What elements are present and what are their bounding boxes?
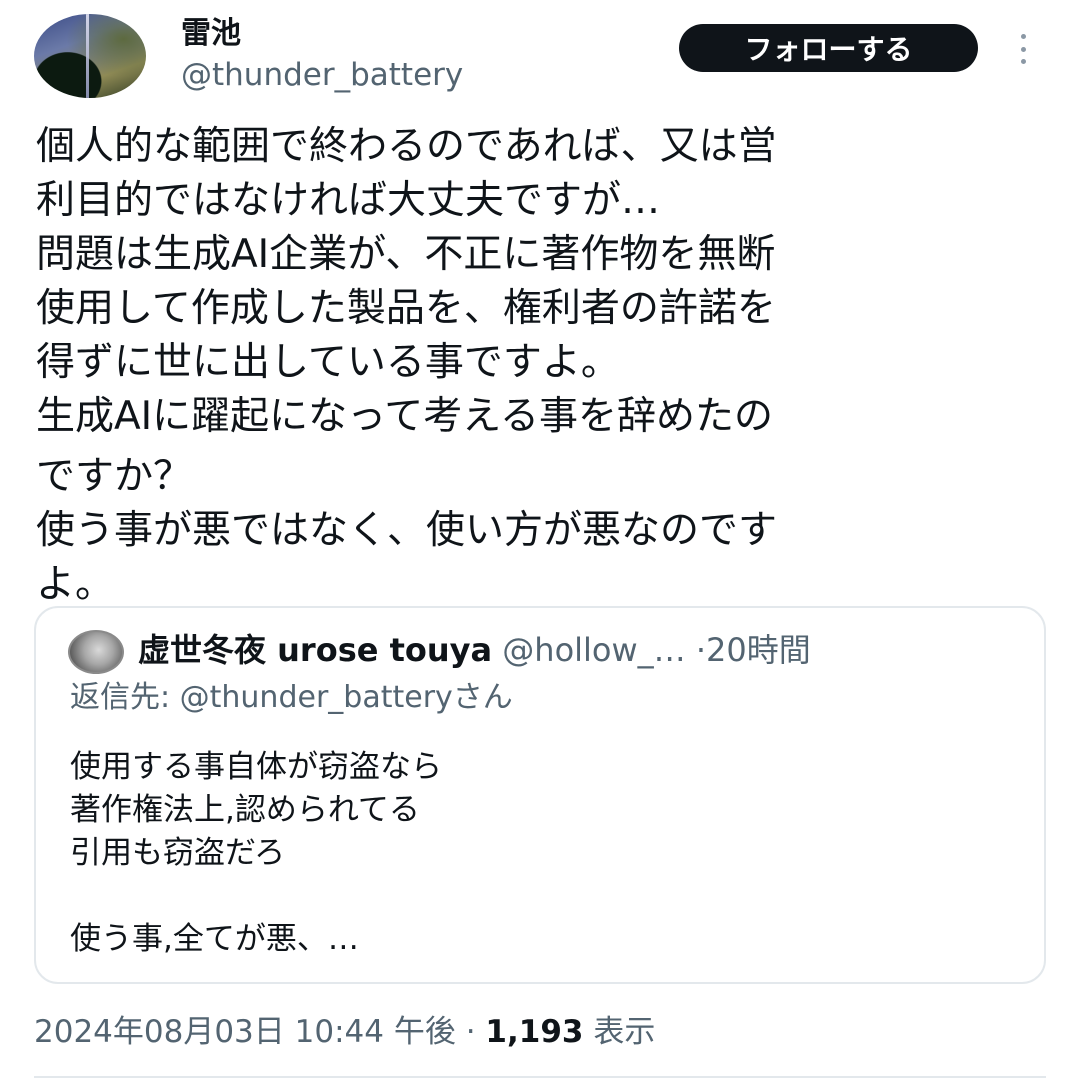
tweet-line: 問題は生成AI企業が、不正に著作物を無断 bbox=[36, 232, 776, 277]
tweet-page: 雷池 @thunder_battery フォローする 個人的な範囲で終わるのであ… bbox=[0, 0, 1080, 1080]
quoted-author-name[interactable]: 虚世冬夜 urose touya bbox=[138, 631, 492, 669]
meta-separator: · bbox=[465, 1014, 476, 1050]
tweet-body: 個人的な範囲で終わるのであれば、又は営 利目的ではなければ大丈夫ですが… 問題は… bbox=[36, 120, 1046, 612]
tweet-line: 使用して作成した製品を、権利者の許諾を bbox=[36, 286, 776, 331]
tweet-line: 生成AIに躍起になって考える事を辞めたの bbox=[36, 394, 774, 439]
views-count: 1,193 bbox=[485, 1014, 584, 1050]
tweet-line: ですか？ bbox=[36, 454, 193, 499]
tweet-line: よ。 bbox=[36, 562, 115, 607]
quoted-tweet-body: 使用する事自体が窃盗なら 著作権法上,認められてる 引用も窃盗だろ 使う事,全て… bbox=[70, 746, 442, 961]
quoted-author-handle[interactable]: @hollow_… bbox=[502, 631, 685, 669]
more-vertical-icon[interactable] bbox=[1014, 34, 1032, 64]
quoted-line: 使う事,全てが悪、… bbox=[70, 921, 359, 957]
tweet-line: 個人的な範囲で終わるのであれば、又は営 bbox=[36, 124, 777, 169]
tweet-line: 使う事が悪ではなく、使い方が悪なのです bbox=[36, 508, 778, 553]
tweet-line: 利目的ではなければ大丈夫ですが… bbox=[36, 178, 661, 223]
more-dot bbox=[1020, 59, 1026, 64]
tweet-datetime[interactable]: 2024年08月03日 10:44 午後 bbox=[34, 1014, 456, 1050]
divider bbox=[34, 1076, 1046, 1078]
quoted-line: 引用も窃盗だろ bbox=[70, 835, 286, 871]
quoted-author-avatar[interactable] bbox=[68, 630, 124, 674]
author-handle[interactable]: @thunder_battery bbox=[181, 55, 463, 95]
reply-to-label: 返信先: @thunder_batteryさん bbox=[70, 680, 513, 715]
author-avatar[interactable] bbox=[34, 14, 146, 98]
tweet-meta: 2024年08月03日 10:44 午後 · 1,193 表示 bbox=[34, 1010, 655, 1054]
quoted-line: 使用する事自体が窃盗なら bbox=[70, 749, 442, 785]
more-dot bbox=[1020, 46, 1026, 52]
quoted-line bbox=[70, 875, 442, 918]
avatar-light-streak bbox=[86, 14, 89, 98]
quoted-line: 著作権法上,認められてる bbox=[70, 792, 420, 828]
header-separator: · bbox=[695, 631, 707, 669]
quoted-tweet-card[interactable]: 虚世冬夜 urose touya @hollow_… ·20時間 返信先: @t… bbox=[34, 606, 1046, 984]
tweet-line: 得ずに世に出している事ですよ。 bbox=[36, 340, 620, 385]
views-label: 表示 bbox=[593, 1014, 656, 1050]
author-display-name[interactable]: 雷池 bbox=[181, 14, 241, 54]
more-dot bbox=[1020, 34, 1026, 39]
quoted-tweet-time[interactable]: 20時間 bbox=[706, 631, 811, 669]
quoted-tweet-header: 虚世冬夜 urose touya @hollow_… ·20時間 bbox=[138, 628, 1038, 672]
follow-button[interactable]: フォローする bbox=[679, 24, 978, 72]
